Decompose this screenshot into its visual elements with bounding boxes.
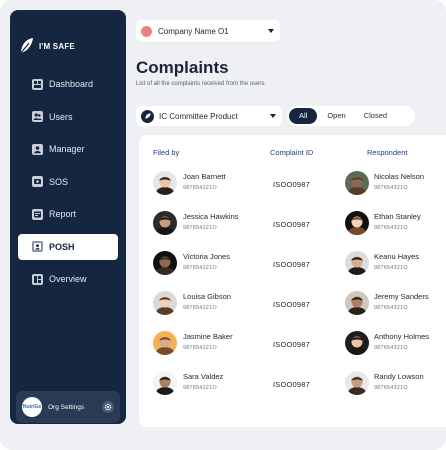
sidebar-item-users[interactable]: Users: [18, 104, 118, 130]
sidebar-item-report[interactable]: Report: [18, 201, 118, 227]
sidebar-item-label: Dashboard: [49, 79, 94, 89]
filer-phone: 987654321O: [183, 225, 217, 231]
brand: I'M SAFE: [20, 34, 75, 58]
header-filed-by: Filed by: [153, 148, 180, 157]
sidebar-item-label: Users: [49, 111, 73, 122]
filer-name: Sara Valdez: [183, 372, 224, 381]
table-row[interactable]: Joan Barnett 987654321O ISOO0987 Nicolas Ne…: [139, 165, 446, 205]
filer-phone: 987654321O: [183, 385, 217, 391]
company-name: Company Name O1: [158, 26, 229, 36]
sidebar: I'M SAFE Dashboard Users Manager SOS Rep…: [10, 10, 126, 424]
header-respondent: Respondent: [367, 148, 408, 157]
complaint-id: ISOO0987: [273, 300, 311, 309]
filer-phone: 987654321O: [183, 265, 217, 271]
leaf-icon: [141, 109, 154, 123]
respondent-avatar: [345, 371, 369, 395]
tab-closed[interactable]: Closed: [356, 108, 395, 124]
respondent-phone: 987654321O: [374, 345, 408, 351]
filer-phone: 987654321O: [183, 345, 217, 351]
tab-all[interactable]: All: [289, 108, 318, 124]
filer-name: Victoria Jones: [183, 252, 230, 261]
status-tabs: All Open Closed: [287, 106, 415, 126]
filer-phone: 987654321O: [183, 305, 217, 311]
respondent-name: Ethan Stanley: [374, 212, 421, 221]
sidebar-item-label: Report: [49, 209, 77, 219]
org-avatar: NutriGe: [22, 397, 42, 417]
chevron-down-icon: [270, 114, 276, 118]
leaf-logo-icon: [20, 37, 34, 55]
sidebar-item-label: Manager: [49, 144, 85, 154]
org-settings-label: Org Settings: [48, 403, 85, 411]
filer-avatar: [153, 331, 177, 355]
filer-phone: 987654321O: [183, 185, 217, 191]
users-icon: [32, 111, 43, 122]
app-frame: I'M SAFE Dashboard Users Manager SOS Rep…: [0, 0, 446, 450]
company-select[interactable]: Company Name O1: [136, 20, 280, 42]
respondent-name: Keanu Hayes: [374, 252, 420, 261]
company-color-dot: [141, 25, 152, 37]
page-title: Complaints: [136, 58, 229, 77]
table-row[interactable]: Sara Valdez 987654321O ISOO0987 Randy Lowso…: [139, 365, 446, 405]
sidebar-item-label: POSH: [49, 241, 75, 252]
filer-name: Louisa Gibson: [183, 292, 231, 301]
respondent-name: Jeremy Sanders: [374, 292, 429, 301]
overview-icon: [32, 273, 43, 285]
filer-avatar: [153, 371, 177, 395]
respondent-phone: 987654321O: [374, 265, 408, 271]
sidebar-item-overview[interactable]: Overview: [18, 266, 118, 292]
org-settings[interactable]: NutriGe Org Settings: [16, 391, 120, 423]
report-icon: [32, 208, 43, 220]
complaints-table: Filed by Complaint ID Respondent Joan Ba…: [139, 135, 446, 427]
posh-icon: [32, 241, 43, 252]
respondent-avatar: [345, 211, 369, 235]
table-row[interactable]: Jessica Hawkins 987654321O ISOO0987 Ethan S…: [139, 205, 446, 245]
page-subtitle: List of all the complaints received from…: [136, 81, 267, 87]
sidebar-item-posh[interactable]: POSH: [18, 233, 118, 260]
sidebar-nav: Dashboard Users Manager SOS Report POSH …: [18, 71, 118, 299]
brand-name: I'M SAFE: [39, 41, 75, 51]
chevron-down-icon: [268, 29, 274, 33]
sidebar-item-label: SOS: [49, 176, 69, 187]
filer-avatar: [153, 171, 177, 195]
respondent-name: Anthony Holmes: [374, 332, 430, 341]
filer-avatar: [153, 211, 177, 235]
committee-filter-select[interactable]: IC Committee Product: [136, 106, 282, 126]
respondent-avatar: [345, 251, 369, 275]
respondent-avatar: [345, 331, 369, 355]
filer-name: Joan Barnett: [183, 172, 226, 181]
complaint-id: ISOO0987: [273, 340, 311, 349]
gear-icon[interactable]: [102, 401, 114, 413]
table-row[interactable]: Louisa Gibson 987654321O ISOO0987 Jeremy Sa…: [139, 285, 446, 325]
sidebar-item-label: Overview: [49, 274, 87, 284]
respondent-phone: 987654321O: [374, 305, 408, 311]
sidebar-item-manager[interactable]: Manager: [18, 136, 118, 162]
filer-name: Jessica Hawkins: [183, 212, 239, 221]
table-row[interactable]: Jasmine Baker 987654321O ISOO0987 Anthony H…: [139, 325, 446, 365]
complaint-id: ISOO0987: [273, 380, 311, 389]
respondent-name: Randy Lowson: [374, 372, 424, 381]
filer-avatar: [153, 291, 177, 315]
sos-icon: [32, 176, 43, 187]
table-row[interactable]: Victoria Jones 987654321O ISOO0987 Keanu Ha…: [139, 245, 446, 285]
filer-name: Jasmine Baker: [183, 332, 233, 341]
respondent-phone: 987654321O: [374, 185, 408, 191]
respondent-avatar: [345, 171, 369, 195]
respondent-name: Nicolas Nelson: [374, 172, 425, 181]
sidebar-item-dashboard[interactable]: Dashboard: [18, 71, 118, 97]
respondent-avatar: [345, 291, 369, 315]
filer-avatar: [153, 251, 177, 275]
complaint-id: ISOO0987: [273, 180, 311, 189]
tab-open[interactable]: Open: [319, 108, 353, 124]
manager-icon: [32, 143, 43, 155]
committee-filter-label: IC Committee Product: [159, 111, 238, 121]
dashboard-icon: [32, 78, 43, 90]
sidebar-item-sos[interactable]: SOS: [18, 169, 118, 195]
header-complaint-id: Complaint ID: [270, 148, 314, 157]
complaint-id: ISOO0987: [273, 220, 311, 229]
respondent-phone: 987654321O: [374, 225, 408, 231]
respondent-phone: 987654321O: [374, 385, 408, 391]
complaint-id: ISOO0987: [273, 260, 311, 269]
